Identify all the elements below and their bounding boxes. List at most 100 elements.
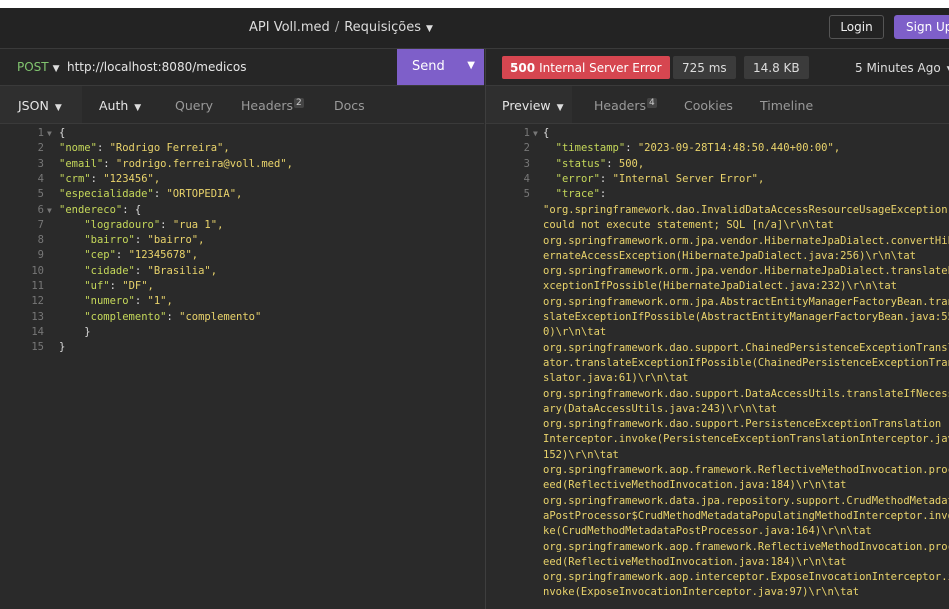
line-number: 11 — [31, 280, 44, 292]
trace-line: org.springframework.aop.framework.Reflec… — [543, 540, 949, 553]
line-number: 15 — [31, 341, 44, 354]
headers-count-badge: 2 — [294, 98, 304, 108]
response-body-viewer[interactable]: "org.springframework.dao.InvalidDataAcce… — [486, 125, 949, 609]
json-key: "email" — [59, 157, 104, 170]
line-number: 13 — [31, 310, 44, 323]
response-history-selector[interactable]: 5 Minutes Ago▼ — [855, 61, 949, 75]
tab-label: Timeline — [760, 98, 814, 113]
line-number: 4 — [37, 172, 44, 185]
chevron-down-icon: ▼ — [556, 103, 564, 113]
collection-name[interactable]: Requisições — [344, 20, 421, 35]
json-value: "Rodrigo Ferreira", — [109, 142, 230, 155]
code-punct: { — [543, 127, 550, 139]
breadcrumb-separator: / — [334, 20, 340, 35]
signup-button[interactable]: Sign Up — [894, 15, 949, 39]
json-value: "complemento" — [179, 310, 262, 323]
trace-line: ernateAccessException(HibernateJpaDialec… — [543, 249, 916, 262]
code-text: "logradouro": "rua 1", — [84, 218, 224, 231]
headers-count-badge: 4 — [647, 98, 657, 108]
tab-label: Cookies — [684, 98, 733, 113]
json-value: "DF", — [122, 280, 154, 292]
trace-line: ke(CrudMethodMetadataPostProcessor.java:… — [543, 525, 872, 538]
json-value: "123456", — [103, 172, 161, 185]
tab-docs[interactable]: Docs — [334, 98, 365, 113]
chevron-down-icon[interactable]: ▼ — [467, 60, 475, 71]
fold-icon[interactable]: ▼ — [533, 129, 538, 138]
json-value: "rodrigo.ferreira@voll.med", — [115, 157, 293, 170]
request-body-editor[interactable]: 1 ▼{2 "nome": "Rodrigo Ferreira", 3 "email":… — [0, 125, 484, 609]
json-value: "Brasilia", — [147, 264, 218, 277]
code-text: "nome": "Rodrigo Ferreira", — [59, 142, 230, 155]
line-number: 3 — [523, 157, 530, 170]
json-value: "2023-09-28T14:48:50.440+00:00", — [637, 142, 841, 155]
code-text: "cidade": "Brasilia", — [84, 264, 218, 277]
response-status-bar: 500 Internal Server Error 725 ms 14.8 KB … — [486, 49, 949, 86]
response-size: 14.8 KB — [744, 56, 809, 79]
tab-response-headers[interactable]: Headers 4 — [594, 98, 657, 113]
status-text: Internal Server Error — [539, 60, 662, 75]
trace-line: nvoke(ExposeInvocationInterceptor.java:9… — [543, 586, 860, 599]
url-input[interactable]: http://localhost:8080/medicos — [67, 60, 246, 74]
send-label: Send — [412, 59, 445, 74]
line-number: 8 — [37, 234, 44, 247]
chevron-down-icon: ▼ — [134, 103, 142, 113]
status-badge: 500 Internal Server Error — [502, 56, 670, 79]
fold-icon[interactable]: ▼ — [47, 129, 52, 138]
json-key: "nome" — [59, 142, 97, 155]
line-number: 5 — [37, 188, 44, 201]
tab-label: JSON — [18, 98, 49, 113]
trace-line: org.springframework.orm.jpa.AbstractEnti… — [543, 295, 949, 308]
code-text: "error": "Internal Server Error", — [555, 172, 765, 185]
request-tabs: JSON ▼ Auth ▼ Query Headers 2 Docs — [0, 86, 484, 124]
tab-auth[interactable]: Auth ▼ — [99, 98, 141, 113]
line-number: 10 — [31, 264, 44, 277]
code-punct: } — [59, 341, 66, 354]
trace-line: "org.springframework.dao.InvalidDataAcce… — [543, 204, 949, 216]
json-value: "12345678", — [128, 249, 199, 262]
code-text: "timestamp": "2023-09-28T14:48:50.440+00… — [555, 142, 841, 155]
tab-timeline[interactable]: Timeline — [760, 98, 813, 113]
json-key: "trace" — [555, 188, 600, 201]
tab-json[interactable]: JSON ▼ — [18, 98, 62, 113]
line-number: 2 — [523, 142, 530, 155]
line-number: 2 — [37, 142, 44, 155]
project-name[interactable]: API Voll.med — [249, 20, 330, 35]
trace-line: aPostProcessor$CrudMethodMetadataPopulat… — [543, 509, 949, 522]
tab-cookies[interactable]: Cookies — [684, 98, 733, 113]
json-value: { — [134, 203, 142, 216]
app-header: API Voll.med / Requisições ▼ Login Sign Up — [0, 8, 949, 49]
send-button[interactable]: Send ▼ — [397, 49, 484, 85]
line-number: 7 — [37, 218, 44, 231]
status-code: 500 — [510, 60, 536, 75]
code-punct: { — [59, 127, 66, 139]
json-key: "uf" — [84, 280, 110, 292]
trace-line: Interceptor.invoke(PersistenceExceptionT… — [543, 433, 949, 446]
fold-icon[interactable]: ▼ — [47, 206, 52, 215]
tab-label: Headers — [594, 98, 647, 114]
json-key: "crm" — [59, 172, 91, 185]
line-number: 1 — [523, 127, 530, 139]
tab-label: Query — [175, 98, 213, 113]
tab-query[interactable]: Query — [175, 98, 213, 113]
trace-line: xceptionIfPossible(HibernateJpaDialect.j… — [543, 280, 898, 293]
code-text: "email": "rodrigo.ferreira@voll.med", — [59, 157, 293, 170]
tab-preview[interactable]: Preview ▼ — [502, 98, 564, 113]
code-text: "trace": — [555, 188, 607, 201]
code-text: "status": 500, — [555, 157, 645, 170]
breadcrumb[interactable]: API Voll.med / Requisições ▼ — [249, 20, 433, 35]
tab-label: Headers — [241, 98, 294, 114]
method-selector[interactable]: POST ▼ — [17, 60, 60, 74]
trace-line: org.springframework.dao.support.ChainedP… — [543, 341, 949, 354]
trace-value: "org.springframework.dao.InvalidDataAcce… — [543, 203, 949, 601]
chevron-down-icon[interactable]: ▼ — [426, 24, 433, 34]
line-number: 14 — [31, 325, 44, 338]
trace-line: org.springframework.orm.jpa.vendor.Hiber… — [543, 234, 949, 247]
json-key: "complemento" — [84, 310, 167, 323]
code-text: "numero": "1", — [84, 295, 173, 308]
tab-headers[interactable]: Headers 2 — [241, 98, 304, 113]
login-button[interactable]: Login — [829, 15, 884, 39]
trace-line: org.springframework.aop.framework.Reflec… — [543, 464, 949, 477]
json-key: "status" — [555, 157, 607, 170]
code-text: } — [59, 326, 90, 338]
json-value: "Internal Server Error", — [612, 172, 765, 185]
